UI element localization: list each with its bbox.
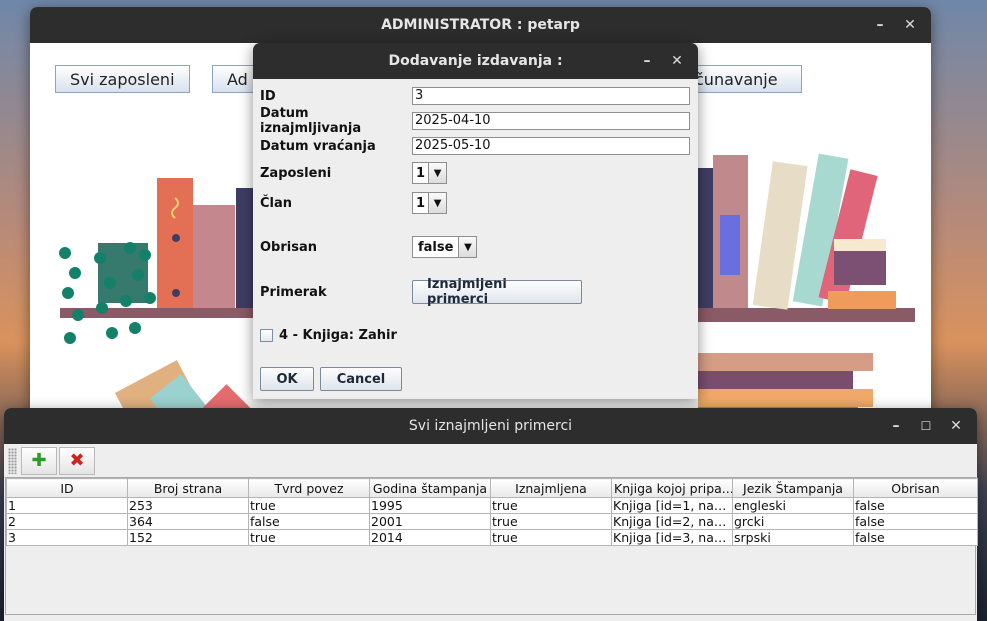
minimize-icon[interactable]: – xyxy=(634,48,660,74)
table-header-row: ID Broj strana Tvrd povez Godina štampan… xyxy=(6,478,978,498)
dodavanje-izdavanja-dialog: Dodavanje izdavanja : – ✕ ID 3 Datum izn… xyxy=(253,43,698,399)
table-cell[interactable]: 3 xyxy=(6,529,128,546)
zaposleni-value: 1 xyxy=(416,165,426,181)
chevron-down-icon[interactable]: ▼ xyxy=(428,193,447,213)
add-button[interactable]: ✚ xyxy=(21,446,57,475)
toolbar: ✚ ✖ xyxy=(4,444,977,478)
maximize-icon[interactable]: ☐ xyxy=(913,413,939,439)
column-header[interactable]: Jezik Štampanja xyxy=(732,478,854,498)
clan-combobox[interactable]: 1 ▼ xyxy=(412,192,448,214)
zaposleni-label: Zaposleni xyxy=(260,165,332,181)
table-cell[interactable]: 1 xyxy=(6,497,128,514)
datum-iznajmljivanja-label: Datum iznajmljivanja xyxy=(260,106,362,136)
table-cell[interactable]: 1995 xyxy=(369,497,491,514)
zaposleni-combobox[interactable]: 1 ▼ xyxy=(412,162,448,184)
table-cell[interactable]: false xyxy=(853,497,978,514)
close-icon[interactable]: ✕ xyxy=(897,12,923,38)
primerak-checkbox-label: 4 - Knjiga: Zahir xyxy=(279,327,397,343)
iznajmljeni-primerci-button[interactable]: Iznajmljeni primerci xyxy=(412,277,582,307)
table-cell[interactable]: 2001 xyxy=(369,513,491,530)
main-window-title: ADMINISTRATOR : petarp xyxy=(381,17,580,33)
table-cell[interactable]: 2 xyxy=(6,513,128,530)
primerak-label: Primerak xyxy=(260,284,327,300)
column-header[interactable]: Tvrd povez xyxy=(248,478,370,498)
column-header[interactable]: Broj strana xyxy=(127,478,249,498)
table-row[interactable]: 1 253 true 1995 true Knjiga [id=1, nas..… xyxy=(6,497,978,514)
column-header[interactable]: Obrisan xyxy=(853,478,978,498)
cancel-button[interactable]: Cancel xyxy=(320,367,402,391)
id-field[interactable]: 3 xyxy=(412,87,690,105)
dialog-title: Dodavanje izdavanja : xyxy=(388,53,563,69)
table-cell[interactable]: true xyxy=(248,529,370,546)
table-container: ID Broj strana Tvrd povez Godina štampan… xyxy=(5,477,978,615)
table-cell[interactable]: true xyxy=(490,513,612,530)
table-cell[interactable]: false xyxy=(853,529,978,546)
table-cell[interactable]: Knjiga [id=3, nas... xyxy=(611,529,733,546)
table-cell[interactable]: engleski xyxy=(732,497,854,514)
table-cell[interactable]: 364 xyxy=(127,513,249,530)
datum-vracanja-label: Datum vraćanja xyxy=(260,138,376,154)
obrisan-combobox[interactable]: false ▼ xyxy=(412,236,478,258)
table-cell[interactable]: srpski xyxy=(732,529,854,546)
datum-vracanja-field[interactable]: 2025-05-10 xyxy=(412,137,690,155)
clan-label: Član xyxy=(260,195,293,211)
table-cell[interactable]: false xyxy=(853,513,978,530)
column-header[interactable]: Godina štampanja xyxy=(369,478,491,498)
chevron-down-icon[interactable]: ▼ xyxy=(428,163,447,183)
table-cell[interactable]: 2014 xyxy=(369,529,491,546)
column-header[interactable]: Iznajmljena xyxy=(490,478,612,498)
table-cell[interactable]: grcki xyxy=(732,513,854,530)
table-cell[interactable]: Knjiga [id=2, nas... xyxy=(611,513,733,530)
delete-button[interactable]: ✖ xyxy=(59,446,95,475)
toolbar-grip-icon[interactable] xyxy=(8,447,17,474)
dialog-titlebar[interactable]: Dodavanje izdavanja : – ✕ xyxy=(253,43,698,79)
table-window-title: Svi iznajmljeni primerci xyxy=(408,418,573,434)
chevron-down-icon[interactable]: ▼ xyxy=(458,237,477,257)
table-row[interactable]: 3 152 true 2014 true Knjiga [id=3, nas..… xyxy=(6,529,978,546)
id-label: ID xyxy=(260,88,276,104)
ok-button[interactable]: OK xyxy=(260,367,314,391)
table-cell[interactable]: false xyxy=(248,513,370,530)
column-header[interactable]: ID xyxy=(6,478,128,498)
iznajmljeni-primerci-table: ID Broj strana Tvrd povez Godina štampan… xyxy=(6,478,978,546)
table-row[interactable]: 2 364 false 2001 true Knjiga [id=2, nas.… xyxy=(6,513,978,530)
cross-icon: ✖ xyxy=(69,450,85,471)
table-cell[interactable]: true xyxy=(490,497,612,514)
main-titlebar[interactable]: ADMINISTRATOR : petarp – ✕ xyxy=(30,7,931,43)
obrisan-label: Obrisan xyxy=(260,239,317,255)
clan-value: 1 xyxy=(416,195,426,211)
plus-icon: ✚ xyxy=(31,450,47,471)
column-header[interactable]: Knjiga kojoj pripa... xyxy=(611,478,733,498)
table-cell[interactable]: true xyxy=(248,497,370,514)
table-window-titlebar[interactable]: Svi iznajmljeni primerci – ☐ ✕ xyxy=(4,408,977,444)
close-icon[interactable]: ✕ xyxy=(664,48,690,74)
close-icon[interactable]: ✕ xyxy=(943,413,969,439)
table-cell[interactable]: 152 xyxy=(127,529,249,546)
minimize-icon[interactable]: – xyxy=(883,413,909,439)
obrisan-value: false xyxy=(418,239,454,255)
table-cell[interactable]: 253 xyxy=(127,497,249,514)
primerak-checkbox[interactable] xyxy=(260,328,273,342)
minimize-icon[interactable]: – xyxy=(867,12,893,38)
iznajmljeni-primerci-window: Svi iznajmljeni primerci – ☐ ✕ ✚ ✖ ID Br… xyxy=(4,408,978,621)
datum-iznajmljivanja-field[interactable]: 2025-04-10 xyxy=(412,112,690,130)
table-cell[interactable]: Knjiga [id=1, nas... xyxy=(611,497,733,514)
dialog-form: ID 3 Datum iznajmljivanja 2025-04-10 Dat… xyxy=(253,79,698,399)
table-cell[interactable]: true xyxy=(490,529,612,546)
